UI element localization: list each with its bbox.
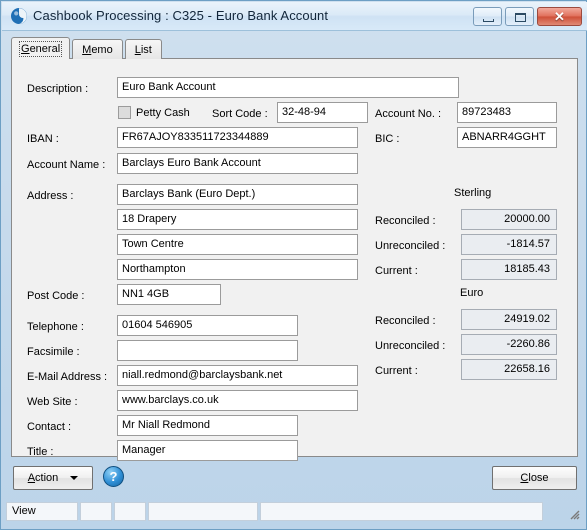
maximize-icon bbox=[515, 13, 526, 22]
globe-icon bbox=[10, 7, 28, 25]
description-label: Description : bbox=[27, 83, 89, 95]
tab-list[interactable]: List bbox=[124, 39, 162, 59]
status-panel-2 bbox=[80, 502, 112, 521]
petty-cash-checkbox-box[interactable] bbox=[118, 106, 131, 119]
tab-memo[interactable]: Memo bbox=[72, 39, 123, 59]
account-no-input[interactable]: 89723483 bbox=[457, 102, 557, 123]
account-name-label: Account Name : bbox=[27, 159, 106, 171]
status-panel-4 bbox=[148, 502, 258, 521]
facsimile-input[interactable] bbox=[117, 340, 298, 361]
tab-memo-label: Memo bbox=[82, 44, 113, 56]
address-line-1-input[interactable]: Barclays Bank (Euro Dept.) bbox=[117, 184, 358, 205]
sterling-current-value: 18185.43 bbox=[461, 259, 557, 280]
tab-strip: General Memo List bbox=[11, 37, 164, 59]
email-label: E-Mail Address : bbox=[27, 371, 108, 383]
euro-reconciled-label: Reconciled : bbox=[375, 315, 436, 327]
sterling-unreconciled-label: Unreconciled : bbox=[375, 240, 446, 252]
address-label: Address : bbox=[27, 190, 74, 202]
address-line-3-input[interactable]: Town Centre bbox=[117, 234, 358, 255]
title-label: Title : bbox=[27, 446, 54, 458]
action-button-label: Action bbox=[27, 472, 59, 484]
iban-input[interactable]: FR67AJOY833511723344889 bbox=[117, 127, 358, 148]
close-button[interactable]: Close bbox=[492, 466, 577, 490]
euro-current-label: Current : bbox=[375, 365, 418, 377]
account-no-label: Account No. : bbox=[375, 108, 442, 120]
bic-input[interactable]: ABNARR4GGHT bbox=[457, 127, 557, 148]
website-label: Web Site : bbox=[27, 396, 78, 408]
window-controls: ✕ bbox=[473, 7, 582, 26]
action-button[interactable]: Action bbox=[13, 466, 93, 490]
address-line-4-input[interactable]: Northampton bbox=[117, 259, 358, 280]
sterling-unreconciled-value: -1814.57 bbox=[461, 234, 557, 255]
close-window-button[interactable]: ✕ bbox=[537, 7, 582, 26]
tab-list-label: List bbox=[134, 44, 152, 56]
chevron-down-icon bbox=[70, 476, 79, 481]
sort-code-input[interactable]: 32-48-94 bbox=[277, 102, 368, 123]
post-code-label: Post Code : bbox=[27, 290, 85, 302]
euro-heading: Euro bbox=[460, 287, 484, 299]
title-bar[interactable]: Cashbook Processing : C325 - Euro Bank A… bbox=[2, 2, 587, 31]
telephone-input[interactable]: 01604 546905 bbox=[117, 315, 298, 336]
description-input[interactable]: Euro Bank Account bbox=[117, 77, 459, 98]
cashbook-processing-window: Cashbook Processing : C325 - Euro Bank A… bbox=[0, 0, 587, 530]
general-tab-panel: Description : Euro Bank Account Petty Ca… bbox=[11, 58, 578, 461]
sterling-current-label: Current : bbox=[375, 265, 418, 277]
status-panel-view: View bbox=[6, 502, 78, 521]
status-panel-3 bbox=[114, 502, 146, 521]
minimize-button[interactable] bbox=[473, 7, 502, 26]
account-name-input[interactable]: Barclays Euro Bank Account bbox=[117, 153, 358, 174]
contact-input[interactable]: Mr Niall Redmond bbox=[117, 415, 298, 436]
title-input[interactable]: Manager bbox=[117, 440, 298, 461]
close-button-label: Close bbox=[520, 472, 549, 484]
telephone-label: Telephone : bbox=[27, 321, 84, 333]
tab-general-label: General bbox=[18, 41, 63, 57]
website-input[interactable]: www.barclays.co.uk bbox=[117, 390, 358, 411]
bic-label: BIC : bbox=[375, 133, 400, 145]
sort-code-label: Sort Code : bbox=[212, 108, 268, 120]
maximize-button[interactable] bbox=[505, 7, 534, 26]
sterling-reconciled-value: 20000.00 bbox=[461, 209, 557, 230]
help-icon[interactable]: ? bbox=[103, 466, 124, 487]
sterling-reconciled-label: Reconciled : bbox=[375, 215, 436, 227]
petty-cash-label: Petty Cash bbox=[136, 106, 190, 119]
resize-grip-icon[interactable] bbox=[567, 507, 580, 520]
contact-label: Contact : bbox=[27, 421, 72, 433]
address-line-2-input[interactable]: 18 Drapery bbox=[117, 209, 358, 230]
iban-label: IBAN : bbox=[27, 133, 59, 145]
sterling-heading: Sterling bbox=[454, 187, 492, 199]
window-title: Cashbook Processing : C325 - Euro Bank A… bbox=[33, 8, 329, 23]
status-bar: View bbox=[6, 501, 583, 522]
tab-general[interactable]: General bbox=[11, 37, 71, 59]
petty-cash-checkbox[interactable]: Petty Cash bbox=[118, 106, 190, 119]
status-panel-5 bbox=[260, 502, 543, 521]
minimize-icon bbox=[483, 19, 494, 22]
euro-reconciled-value: 24919.02 bbox=[461, 309, 557, 330]
dialog-button-bar: Action Close bbox=[6, 461, 583, 499]
euro-unreconciled-value: -2260.86 bbox=[461, 334, 557, 355]
facsimile-label: Facsimile : bbox=[27, 346, 80, 358]
euro-current-value: 22658.16 bbox=[461, 359, 557, 380]
close-icon: ✕ bbox=[554, 9, 565, 24]
euro-unreconciled-label: Unreconciled : bbox=[375, 340, 446, 352]
email-input[interactable]: niall.redmond@barclaysbank.net bbox=[117, 365, 358, 386]
post-code-input[interactable]: NN1 4GB bbox=[117, 284, 221, 305]
